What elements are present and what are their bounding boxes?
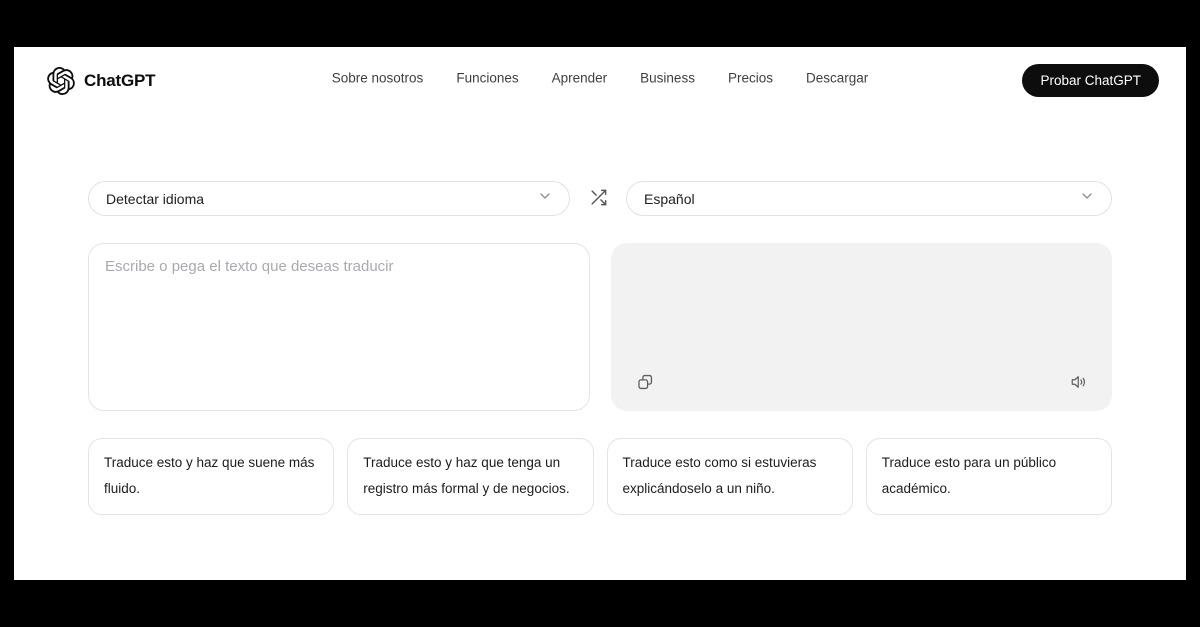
speak-output-button[interactable] <box>1070 373 1088 394</box>
swap-area <box>570 184 626 214</box>
translate-boxes-row <box>88 243 1112 411</box>
try-chatgpt-button[interactable]: Probar ChatGPT <box>1022 64 1159 97</box>
main-nav: Sobre nosotros Funciones Aprender Busine… <box>332 70 868 85</box>
swap-languages-button[interactable] <box>585 184 612 214</box>
nav-item-funciones[interactable]: Funciones <box>456 70 518 85</box>
brand-name: ChatGPT <box>84 71 155 91</box>
shuffle-icon <box>589 188 608 210</box>
language-selector-row: Detectar idioma <box>88 181 1112 216</box>
copy-output-button[interactable] <box>636 373 654 394</box>
chevron-down-icon <box>537 188 553 209</box>
copy-icon <box>636 373 654 394</box>
suggestion-card-academico[interactable]: Traduce esto para un público académico. <box>866 438 1112 515</box>
nav-item-sobre-nosotros[interactable]: Sobre nosotros <box>332 70 424 85</box>
source-text-box <box>88 243 590 411</box>
suggestion-card-nino[interactable]: Traduce esto como si estuvieras explicán… <box>607 438 853 515</box>
suggestion-card-fluido[interactable]: Traduce esto y haz que suene más fluido. <box>88 438 334 515</box>
brand-logo[interactable]: ChatGPT <box>47 67 155 95</box>
nav-item-business[interactable]: Business <box>640 70 695 85</box>
translator-widget: Detectar idioma <box>88 181 1112 515</box>
chevron-down-icon <box>1079 188 1095 209</box>
target-language-select[interactable]: Español <box>626 181 1112 216</box>
page-surface: ChatGPT Sobre nosotros Funciones Aprende… <box>14 47 1186 580</box>
source-language-value: Detectar idioma <box>106 191 204 207</box>
nav-item-precios[interactable]: Precios <box>728 70 773 85</box>
target-language-value: Español <box>644 191 695 207</box>
source-text-input[interactable] <box>105 258 573 396</box>
translation-output-box <box>611 243 1112 411</box>
openai-logo-icon <box>47 67 75 95</box>
nav-item-descargar[interactable]: Descargar <box>806 70 868 85</box>
suggestion-cards: Traduce esto y haz que suene más fluido.… <box>88 438 1112 515</box>
source-language-select[interactable]: Detectar idioma <box>88 181 570 216</box>
speaker-icon <box>1070 373 1088 394</box>
nav-item-aprender[interactable]: Aprender <box>552 70 608 85</box>
suggestion-card-formal[interactable]: Traduce esto y haz que tenga un registro… <box>347 438 593 515</box>
header: ChatGPT Sobre nosotros Funciones Aprende… <box>14 47 1186 104</box>
